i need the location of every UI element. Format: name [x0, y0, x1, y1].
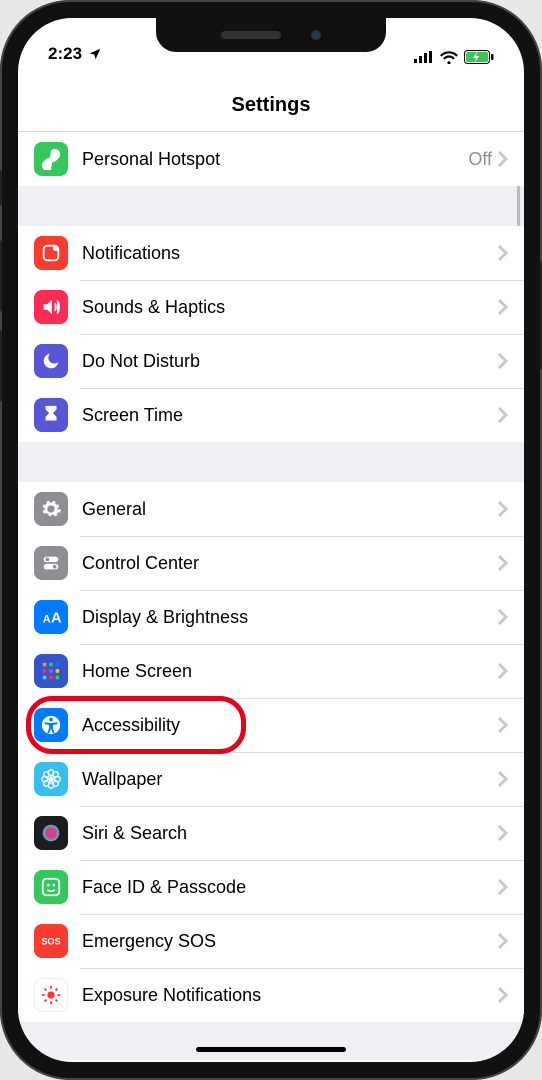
chevron-right-icon — [498, 987, 508, 1003]
mute-switch — [0, 170, 2, 206]
row-label: Face ID & Passcode — [82, 877, 498, 898]
notification-icon — [34, 236, 68, 270]
speaker-icon — [34, 290, 68, 324]
phone-frame: 2:23 Settings Personal HotspotOff Notific… — [0, 0, 542, 1080]
settings-row-faceid[interactable]: Face ID & Passcode — [18, 860, 524, 914]
row-label: Emergency SOS — [82, 931, 498, 952]
row-label: General — [82, 499, 498, 520]
chevron-right-icon — [498, 663, 508, 679]
settings-row-general[interactable]: General — [18, 482, 524, 536]
battery-charging-icon — [464, 50, 494, 64]
text-size-icon: AA — [34, 600, 68, 634]
hourglass-icon — [34, 398, 68, 432]
gear-icon — [34, 492, 68, 526]
row-label: Personal Hotspot — [82, 149, 468, 170]
front-camera — [311, 30, 321, 40]
row-label: Wallpaper — [82, 769, 498, 790]
row-label: Screen Time — [82, 405, 498, 426]
chevron-right-icon — [498, 717, 508, 733]
chevron-right-icon — [498, 299, 508, 315]
svg-text:SOS: SOS — [41, 937, 60, 947]
settings-row-screen-time[interactable]: Screen Time — [18, 388, 524, 442]
settings-row-control-center[interactable]: Control Center — [18, 536, 524, 590]
row-label: Display & Brightness — [82, 607, 498, 628]
group-separator — [18, 186, 524, 226]
settings-row-siri[interactable]: Siri & Search — [18, 806, 524, 860]
chevron-right-icon — [498, 353, 508, 369]
grid-icon — [34, 654, 68, 688]
chevron-right-icon — [498, 555, 508, 571]
volume-up-button — [0, 240, 2, 312]
link-icon — [34, 142, 68, 176]
accessibility-icon — [34, 708, 68, 742]
row-label: Do Not Disturb — [82, 351, 498, 372]
location-icon — [88, 47, 102, 61]
svg-text:A: A — [51, 611, 62, 627]
settings-list[interactable]: Personal HotspotOff Notifications Sounds &… — [18, 132, 524, 1060]
row-label: Siri & Search — [82, 823, 498, 844]
chevron-right-icon — [498, 825, 508, 841]
settings-row-sos[interactable]: SOS Emergency SOS — [18, 914, 524, 968]
chevron-right-icon — [498, 501, 508, 517]
settings-row-exposure[interactable]: Exposure Notifications — [18, 968, 524, 1022]
row-label: Sounds & Haptics — [82, 297, 498, 318]
flower-icon — [34, 762, 68, 796]
settings-row-dnd[interactable]: Do Not Disturb — [18, 334, 524, 388]
settings-row-sounds[interactable]: Sounds & Haptics — [18, 280, 524, 334]
screen: 2:23 Settings Personal HotspotOff Notific… — [18, 18, 524, 1062]
row-label: Exposure Notifications — [82, 985, 498, 1006]
notch — [156, 18, 386, 52]
chevron-right-icon — [498, 245, 508, 261]
row-label: Control Center — [82, 553, 498, 574]
volume-down-button — [0, 330, 2, 402]
row-value: Off — [468, 149, 492, 170]
exposure-icon — [34, 978, 68, 1012]
sos-icon: SOS — [34, 924, 68, 958]
face-icon — [34, 870, 68, 904]
row-label: Accessibility — [82, 715, 498, 736]
chevron-right-icon — [498, 407, 508, 423]
svg-text:A: A — [43, 614, 51, 626]
settings-row-personal-hotspot[interactable]: Personal HotspotOff — [18, 132, 524, 186]
settings-row-display[interactable]: AA Display & Brightness — [18, 590, 524, 644]
chevron-right-icon — [498, 609, 508, 625]
settings-row-wallpaper[interactable]: Wallpaper — [18, 752, 524, 806]
toggles-icon — [34, 546, 68, 580]
chevron-right-icon — [498, 879, 508, 895]
settings-row-notifications[interactable]: Notifications — [18, 226, 524, 280]
chevron-right-icon — [498, 771, 508, 787]
settings-row-home-screen[interactable]: Home Screen — [18, 644, 524, 698]
earpiece — [221, 31, 281, 39]
moon-icon — [34, 344, 68, 378]
siri-icon — [34, 816, 68, 850]
wifi-icon — [440, 51, 458, 64]
cell-signal-icon — [414, 51, 434, 63]
home-indicator[interactable] — [196, 1047, 346, 1052]
group-separator — [18, 442, 524, 482]
chevron-right-icon — [498, 933, 508, 949]
chevron-right-icon — [498, 151, 508, 167]
settings-row-accessibility[interactable]: Accessibility — [18, 698, 524, 752]
row-label: Home Screen — [82, 661, 498, 682]
row-label: Notifications — [82, 243, 498, 264]
page-title: Settings — [18, 66, 524, 132]
status-time: 2:23 — [48, 44, 82, 64]
